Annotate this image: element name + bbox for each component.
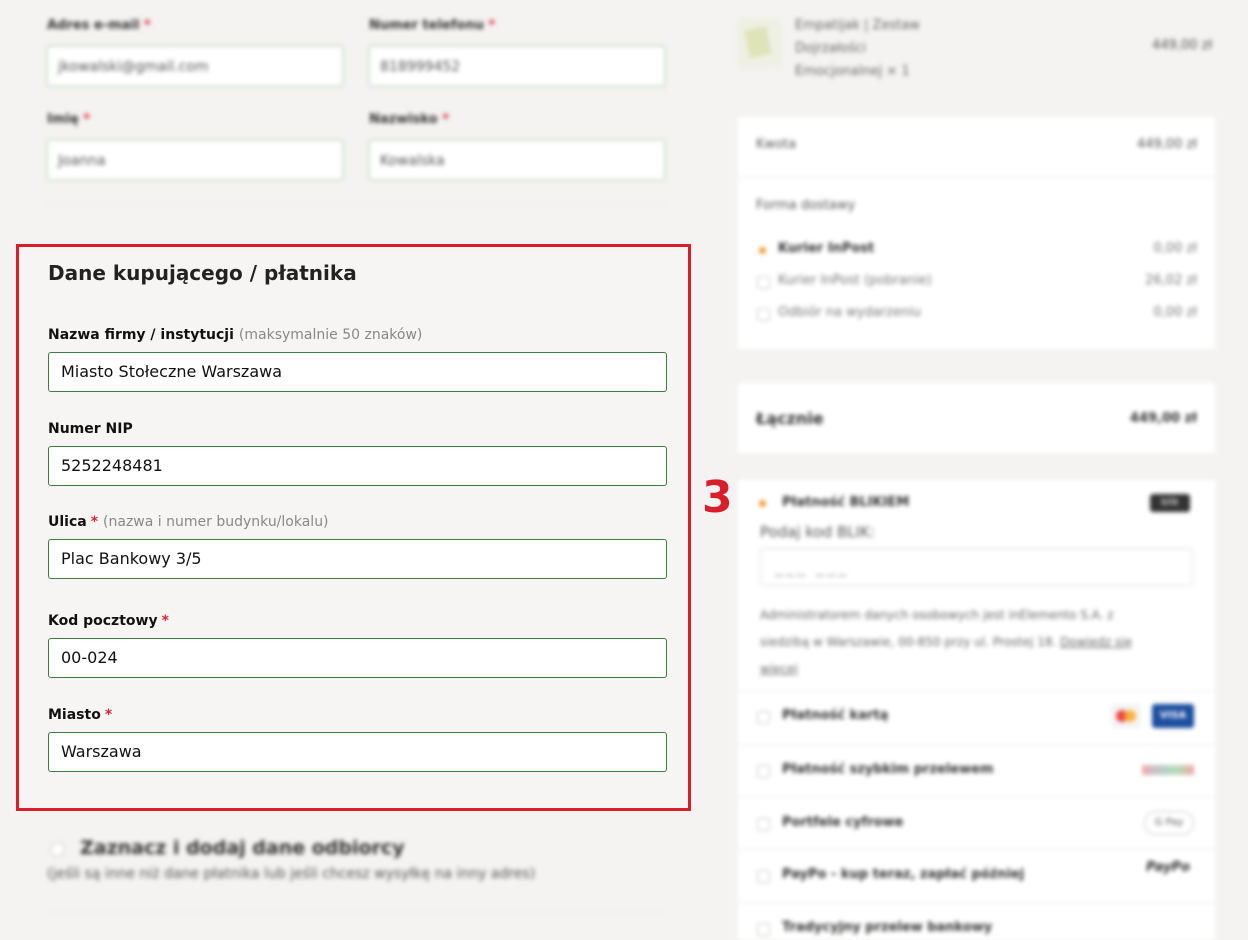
step-number-annotation: 3: [702, 472, 733, 523]
nip-field[interactable]: 5252248481: [48, 446, 667, 486]
payment-fast-transfer-label[interactable]: Płatność szybkim przelewem: [782, 762, 994, 777]
company-field[interactable]: Miasto Stołeczne Warszawa: [48, 352, 667, 392]
total-label: Łącznie: [756, 409, 824, 428]
postal-code-label: Kod pocztowy *: [48, 613, 169, 629]
bank-logos-icon: [1142, 765, 1194, 775]
payment-bank-transfer-label[interactable]: Tradycyjny przelew bankowy: [782, 920, 992, 935]
postal-code-field[interactable]: 00-024: [48, 638, 667, 678]
delivery-label: Forma dostawy: [756, 198, 856, 213]
phone-label: Numer telefonu *: [369, 18, 496, 33]
payment-card-label[interactable]: Płatność kartą: [782, 708, 888, 723]
divider: [46, 204, 666, 205]
first-name-field[interactable]: Joanna: [46, 139, 344, 181]
mastercard-icon: [1111, 704, 1141, 728]
delivery-option-label[interactable]: Kurier InPost (pobranie): [778, 273, 932, 288]
delivery-option-price: 0,00 zł: [1153, 305, 1197, 320]
recipient-checkbox-label: Zaznacz i dodaj dane odbiorcy: [80, 837, 405, 859]
blik-code-label: Podaj kod BLIK:: [760, 523, 875, 541]
payment-radio[interactable]: [757, 711, 770, 724]
amount-value: 449,00 zł: [1136, 137, 1197, 152]
total-value: 449,00 zł: [1129, 411, 1197, 426]
divider: [46, 912, 666, 913]
product-price: 449,00 zł: [1152, 38, 1213, 53]
company-hint: (maksymalnie 50 znaków): [238, 327, 423, 343]
payment-radio[interactable]: [757, 765, 770, 778]
privacy-note: Administratorem danych osobowych jest in…: [760, 608, 1132, 676]
payment-paypo-label[interactable]: PayPo - kup teraz, zapłać później: [782, 867, 1024, 882]
delivery-option-label[interactable]: Odbiór na wydarzeniu: [778, 305, 921, 320]
visa-icon: VISA: [1152, 704, 1194, 728]
payment-wallets-label[interactable]: Portfele cyfrowe: [782, 815, 903, 830]
city-label: Miasto *: [48, 707, 113, 723]
street-field[interactable]: Plac Bankowy 3/5: [48, 539, 667, 579]
email-label: Adres e-mail *: [47, 18, 151, 33]
google-pay-icon: G Pay: [1144, 811, 1194, 835]
payment-radio[interactable]: [757, 870, 770, 883]
paypo-icon: PayPo: [1146, 860, 1191, 875]
payment-radio[interactable]: [757, 923, 770, 936]
delivery-option-radio-selected[interactable]: [759, 247, 766, 254]
amount-label: Kwota: [756, 137, 797, 152]
last-name-label: Nazwisko *: [369, 112, 449, 127]
product-name: Empatijak | Zestaw Dojrzałości Emocjonal…: [795, 18, 920, 79]
nip-label: Numer NIP: [48, 421, 133, 437]
delivery-option-radio[interactable]: [757, 308, 770, 321]
last-name-field[interactable]: Kowalska: [368, 139, 666, 181]
totals-card: Kwota 449,00 zł Forma dostawy Kurier InP…: [738, 117, 1215, 349]
buyer-section-title: Dane kupującego / płatnika: [48, 261, 357, 285]
buyer-section-highlight: Dane kupującego / płatnika Nazwa firmy /…: [16, 244, 691, 811]
street-hint: (nazwa i numer budynku/lokalu): [103, 514, 329, 530]
payment-blik-label[interactable]: Płatność BLIKIEM: [782, 495, 909, 510]
company-label: Nazwa firmy / instytucji (maksymalnie 50 …: [48, 327, 423, 343]
blik-icon: blik: [1150, 494, 1190, 512]
email-field[interactable]: jkowalski@gmail.com: [46, 45, 344, 87]
delivery-option-price: 0,00 zł: [1153, 241, 1197, 256]
street-label: Ulica * (nazwa i numer budynku/lokalu): [48, 514, 329, 530]
phone-field[interactable]: 818999452: [368, 45, 666, 87]
total-card: Łącznie 449,00 zł: [738, 383, 1215, 453]
payment-radio-selected[interactable]: [759, 500, 766, 507]
product-thumbnail: [737, 18, 782, 68]
recipient-checkbox-hint: (jeśli są inne niż dane płatnika lub jeś…: [47, 866, 536, 882]
city-field[interactable]: Warszawa: [48, 732, 667, 772]
recipient-checkbox[interactable]: [51, 843, 64, 856]
delivery-option-radio[interactable]: [757, 276, 770, 289]
first-name-label: Imię *: [47, 112, 90, 127]
blik-code-input[interactable]: ___ ___: [760, 548, 1193, 586]
delivery-option-label[interactable]: Kurier InPost: [778, 241, 874, 256]
delivery-option-price: 26,02 zł: [1145, 273, 1197, 288]
payment-card: Płatność BLIKIEM blik Podaj kod BLIK: __…: [738, 480, 1215, 940]
payment-radio[interactable]: [757, 818, 770, 831]
